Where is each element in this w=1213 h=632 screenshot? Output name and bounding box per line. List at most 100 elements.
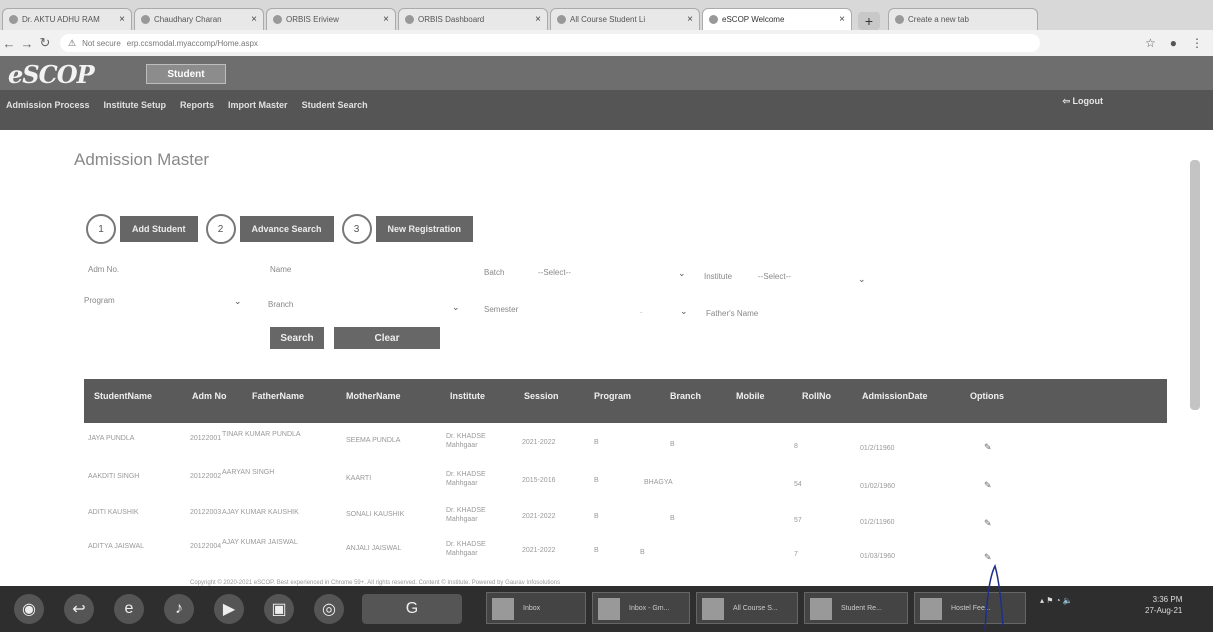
cell-branch: B xyxy=(670,515,675,522)
browser-tab[interactable]: Dr. AKTU ADHU RAM × xyxy=(2,8,132,30)
cell-mother: SONALI KAUSHIK xyxy=(346,511,405,518)
chevron-down-icon[interactable]: ⌄ xyxy=(678,268,686,279)
taskbar-task[interactable]: Inbox - Gm... xyxy=(592,592,690,624)
close-tab-icon[interactable]: × xyxy=(531,14,541,25)
col-mobile[interactable]: Mobile xyxy=(736,391,765,401)
app-header: eSCOP Student xyxy=(0,56,1213,90)
window-icon xyxy=(920,598,942,620)
fathers-name-input[interactable]: Father's Name xyxy=(706,309,758,318)
edit-icon[interactable]: ✎ xyxy=(984,442,992,453)
app-icon[interactable]: ♪ xyxy=(164,594,194,624)
col-mother-name[interactable]: MotherName xyxy=(346,391,401,401)
menu-item-institute-setup[interactable]: Institute Setup xyxy=(104,100,167,110)
chrome-icon[interactable]: ◎ xyxy=(314,594,344,624)
browser-tab[interactable]: All Course Student Li × xyxy=(550,8,700,30)
window-icon xyxy=(598,598,620,620)
institute-label: Institute xyxy=(704,272,733,281)
close-tab-icon[interactable]: × xyxy=(835,14,845,25)
close-tab-icon[interactable]: × xyxy=(379,14,389,25)
branch-select[interactable]: Branch xyxy=(268,300,293,309)
system-tray[interactable]: ▴ ⚑ ◔ 🔈 xyxy=(1040,596,1073,605)
close-tab-icon[interactable]: × xyxy=(683,14,693,25)
cell-branch: B xyxy=(640,549,645,556)
browser-tab[interactable]: ORBIS Eriview × xyxy=(266,8,396,30)
cell-father: TINAR KUMAR PUNDLA xyxy=(222,431,301,438)
url-input[interactable]: ⚠ Not secure erp.ccsmodal.myaccomp/Home.… xyxy=(60,34,1040,52)
profile-icon[interactable]: ● xyxy=(1170,36,1177,50)
col-student-name[interactable]: StudentName xyxy=(94,391,152,401)
media-player-icon[interactable]: ▶ xyxy=(214,594,244,624)
browser-tab-active[interactable]: eSCOP Welcome × xyxy=(702,8,852,30)
cell-student: AAKDITI SINGH xyxy=(88,473,140,480)
new-registration-button[interactable]: New Registration xyxy=(375,216,474,242)
chevron-down-icon[interactable]: ⌄ xyxy=(680,306,688,317)
col-roll-no[interactable]: RollNo xyxy=(802,391,831,401)
semester-select[interactable]: . xyxy=(640,306,642,315)
col-admission-date[interactable]: AdmissionDate xyxy=(862,391,928,401)
step-number: 3 xyxy=(341,214,372,244)
cell-roll: 8 xyxy=(794,443,798,450)
taskbar-task[interactable]: Student Re... xyxy=(804,592,908,624)
col-session[interactable]: Session xyxy=(524,391,559,401)
adm-no-input[interactable]: Adm No. xyxy=(88,265,119,274)
menu-item-admission-process[interactable]: Admission Process xyxy=(6,100,90,110)
col-institute[interactable]: Institute xyxy=(450,391,485,401)
program-select[interactable]: Program xyxy=(84,296,115,305)
page-scrollbar[interactable] xyxy=(1190,160,1200,410)
menu-kebab-icon[interactable]: ⋮ xyxy=(1191,36,1203,50)
step-number: 1 xyxy=(86,214,116,244)
reload-icon[interactable]: ↻ xyxy=(36,35,54,51)
google-icon[interactable]: G xyxy=(362,594,462,624)
semester-label: Semester xyxy=(484,305,519,314)
clear-button[interactable]: Clear xyxy=(334,327,440,349)
col-branch[interactable]: Branch xyxy=(670,391,701,401)
taskbar-task[interactable]: All Course S... xyxy=(696,592,798,624)
menu-item-import-master[interactable]: Import Master xyxy=(228,100,288,110)
warning-icon: ⚠ xyxy=(68,37,77,48)
menu-item-student-search[interactable]: Student Search xyxy=(302,100,368,110)
browser-tab[interactable]: ORBIS Dashboard × xyxy=(398,8,548,30)
add-student-button[interactable]: Add Student xyxy=(120,216,198,242)
table-header: StudentName Adm No FatherName MotherName… xyxy=(84,379,1167,423)
task-label: Inbox xyxy=(523,604,541,612)
menu-item-reports[interactable]: Reports xyxy=(180,100,214,110)
system-clock[interactable]: 3:36 PM 27-Aug-21 xyxy=(1145,594,1182,616)
logout-label: Logout xyxy=(1072,96,1104,106)
advance-search-button[interactable]: Advance Search xyxy=(239,216,334,242)
batch-select[interactable]: --Select-- xyxy=(538,268,571,277)
chevron-down-icon[interactable]: ⌄ xyxy=(858,274,866,285)
forward-arrow-icon[interactable]: → xyxy=(18,36,36,51)
edit-icon[interactable]: ✎ xyxy=(984,518,992,529)
col-options[interactable]: Options xyxy=(970,391,1004,401)
cell-adm: 20122004 xyxy=(190,543,222,550)
start-button-icon[interactable]: ◉ xyxy=(14,594,44,624)
back-arrow-icon[interactable]: ← xyxy=(0,36,18,51)
new-tab-button[interactable]: + xyxy=(858,12,880,30)
cell-roll: 57 xyxy=(794,517,802,524)
chevron-down-icon[interactable]: ⌄ xyxy=(234,296,242,307)
col-father-name[interactable]: FatherName xyxy=(252,391,304,401)
browser-tab[interactable]: Create a new tab xyxy=(888,8,1038,30)
taskbar-task[interactable]: Inbox xyxy=(486,592,586,624)
search-button[interactable]: Search xyxy=(270,327,324,349)
close-tab-icon[interactable]: × xyxy=(115,14,125,25)
browser-tab[interactable]: Chaudhary Charan × xyxy=(134,8,264,30)
task-label: Student Re... xyxy=(841,604,882,612)
browser-back-icon[interactable]: ↩ xyxy=(64,594,94,624)
folder-icon[interactable]: ▣ xyxy=(264,594,294,624)
logout-link[interactable]: ⇦ Logout xyxy=(1062,96,1103,107)
name-input[interactable]: Name xyxy=(270,265,291,274)
star-icon[interactable]: ☆ xyxy=(1145,36,1156,50)
chevron-down-icon[interactable]: ⌄ xyxy=(452,302,460,313)
edit-icon[interactable]: ✎ xyxy=(984,480,992,491)
role-button[interactable]: Student xyxy=(146,64,226,84)
cell-roll: 54 xyxy=(794,481,802,488)
close-tab-icon[interactable]: × xyxy=(247,14,257,25)
col-adm-no[interactable]: Adm No xyxy=(192,391,227,401)
institute-select[interactable]: --Select-- xyxy=(758,272,791,281)
col-program[interactable]: Program xyxy=(594,391,631,401)
cell-branch: BHAGYA xyxy=(644,479,673,486)
favicon-icon xyxy=(709,15,718,24)
app-logo[interactable]: eSCOP xyxy=(8,60,95,89)
internet-explorer-icon[interactable]: e xyxy=(114,594,144,624)
